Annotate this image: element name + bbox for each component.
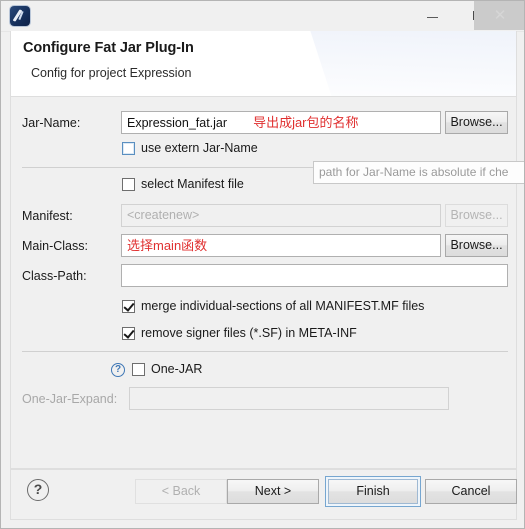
separator-lower <box>22 351 508 352</box>
select-manifest-file-checkbox[interactable] <box>122 177 135 191</box>
class-path-input[interactable] <box>121 264 508 287</box>
main-class-label: Main-Class: <box>22 239 88 253</box>
jar-name-value: Expression_fat.jar <box>127 116 228 130</box>
merge-sections-checkbox-row[interactable]: merge individual-sections of all MANIFES… <box>122 299 424 313</box>
cancel-button[interactable]: Cancel <box>425 479 517 504</box>
main-class-input[interactable]: 选择main函数 <box>121 234 441 257</box>
page-subtitle: Config for project Expression <box>31 66 192 80</box>
finish-button[interactable]: Finish <box>328 479 418 504</box>
minimize-icon <box>427 17 438 18</box>
remove-signer-files-checkbox[interactable] <box>122 326 135 340</box>
dialog-footer: ? < Back Next > Finish Cancel <box>10 469 517 520</box>
class-path-label: Class-Path: <box>22 269 87 283</box>
back-button: < Back <box>135 479 227 504</box>
merge-sections-checkbox[interactable] <box>122 299 135 313</box>
help-button[interactable]: ? <box>27 479 49 501</box>
jar-name-annotation: 导出成jar包的名称 <box>253 115 359 130</box>
merge-sections-label: merge individual-sections of all MANIFES… <box>141 299 425 313</box>
one-jar-checkbox[interactable] <box>132 362 145 376</box>
one-jar-help-icon[interactable]: ? <box>111 363 125 377</box>
page-title: Configure Fat Jar Plug-In <box>23 40 194 56</box>
select-manifest-file-label: select Manifest file <box>141 177 244 191</box>
header-gradient-decoration <box>300 31 516 96</box>
jar-name-browse-button[interactable]: Browse... <box>445 111 508 134</box>
use-extern-jar-name-checkbox[interactable] <box>122 141 135 155</box>
dialog-header: Configure Fat Jar Plug-In Config for pro… <box>10 31 517 97</box>
manifest-browse-button: Browse... <box>445 204 508 227</box>
main-class-annotation: 选择main函数 <box>127 238 208 253</box>
fat-jar-plugin-icon <box>10 6 30 26</box>
manifest-value: <createnew> <box>127 208 200 222</box>
one-jar-expand-input <box>129 387 449 410</box>
manifest-input[interactable]: <createnew> <box>121 204 441 227</box>
title-bar: ✕ <box>1 1 524 32</box>
next-button[interactable]: Next > <box>227 479 319 504</box>
use-extern-jar-name-checkbox-row[interactable]: use extern Jar-Name <box>122 141 258 155</box>
close-button[interactable]: ✕ <box>474 1 524 30</box>
remove-signer-files-checkbox-row[interactable]: remove signer files (*.SF) in META-INF <box>122 326 357 340</box>
one-jar-label: One-JAR <box>151 362 203 376</box>
close-icon: ✕ <box>493 7 507 24</box>
jar-name-input[interactable]: Expression_fat.jar 导出成jar包的名称 <box>121 111 441 134</box>
manifest-label: Manifest: <box>22 209 73 223</box>
dialog-content: Jar-Name: Expression_fat.jar 导出成jar包的名称 B… <box>10 97 517 469</box>
one-jar-expand-label: One-Jar-Expand: <box>22 392 118 406</box>
finish-button-focus-ring: Finish <box>325 476 421 507</box>
minimize-button[interactable] <box>411 1 456 30</box>
jar-name-tooltip: path for Jar-Name is absolute if che <box>313 161 524 184</box>
use-extern-jar-name-label: use extern Jar-Name <box>141 141 258 155</box>
remove-signer-files-label: remove signer files (*.SF) in META-INF <box>141 326 357 340</box>
select-manifest-file-checkbox-row[interactable]: select Manifest file <box>122 177 244 191</box>
one-jar-checkbox-row[interactable]: One-JAR <box>132 362 202 376</box>
jar-name-label: Jar-Name: <box>22 116 81 130</box>
main-class-browse-button[interactable]: Browse... <box>445 234 508 257</box>
fat-jar-config-dialog: ✕ Configure Fat Jar Plug-In Config for p… <box>0 0 525 529</box>
